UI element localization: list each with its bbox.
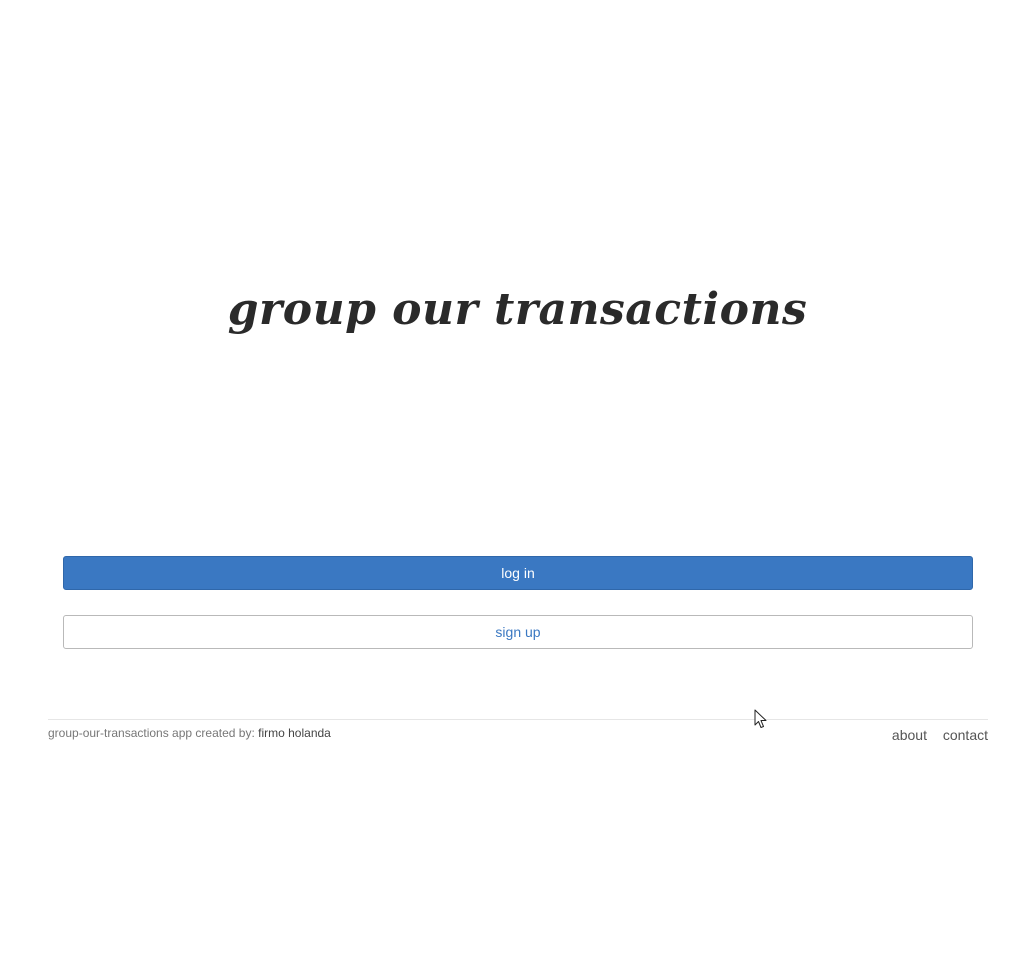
about-link[interactable]: about xyxy=(892,727,927,743)
contact-link[interactable]: contact xyxy=(943,727,988,743)
footer-divider xyxy=(48,719,988,720)
footer-credit-prefix: group-our-transactions app created by: xyxy=(48,726,259,740)
signup-button[interactable]: sign up xyxy=(63,615,973,649)
footer-credit: group-our-transactions app created by: f… xyxy=(48,726,331,740)
mouse-cursor-icon xyxy=(754,709,767,728)
author-link[interactable]: firmo holanda xyxy=(258,726,331,740)
login-button[interactable]: log in xyxy=(63,556,973,590)
footer-nav: about contact xyxy=(880,727,988,743)
landing-page: group our transactions log in sign up gr… xyxy=(0,0,1035,956)
app-title: group our transactions xyxy=(227,284,808,335)
